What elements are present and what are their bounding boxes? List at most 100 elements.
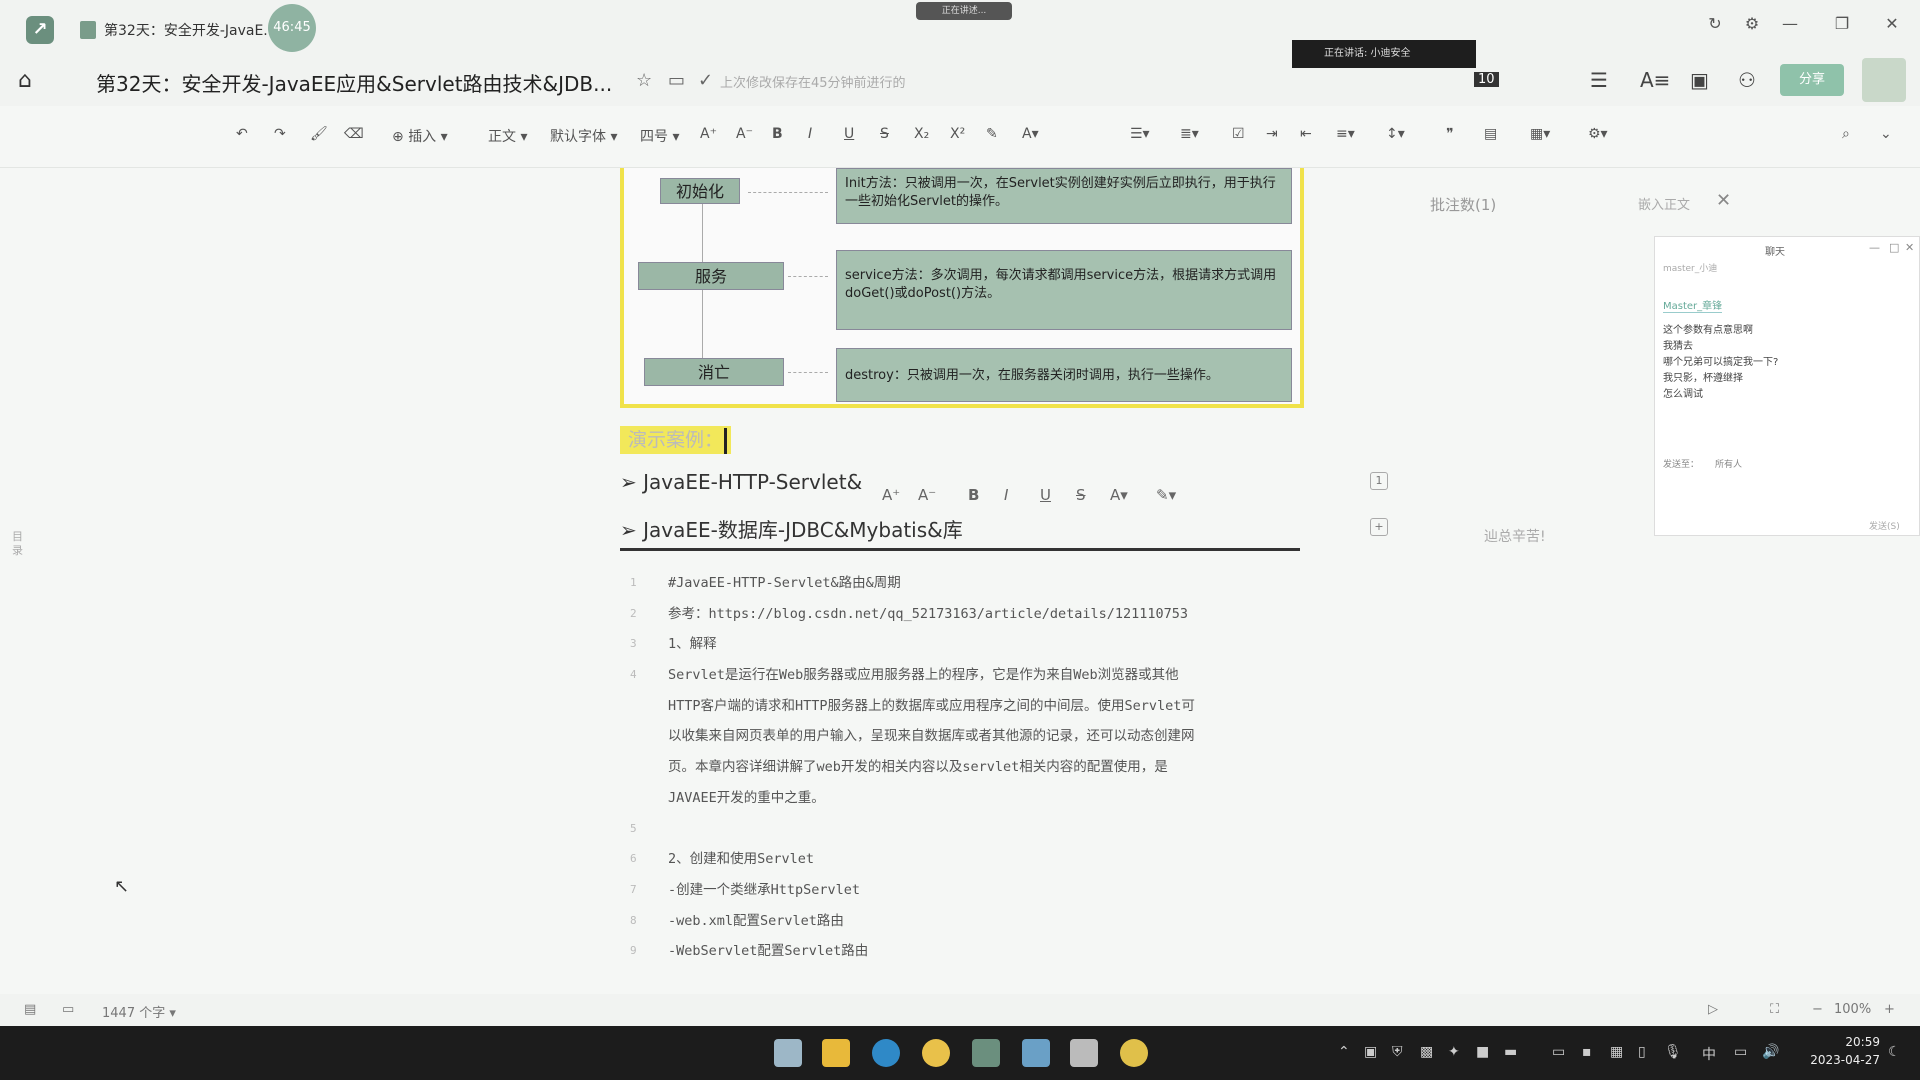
clear-format-icon[interactable]: ⌫ — [344, 126, 364, 142]
photos-icon[interactable] — [1022, 1039, 1050, 1067]
minimize-icon[interactable]: — — [1778, 14, 1802, 33]
settings-icon[interactable]: ⚙ — [1740, 14, 1764, 33]
terminal-icon[interactable] — [1070, 1039, 1098, 1067]
close-window-icon[interactable]: ✕ — [1880, 14, 1904, 33]
display-icon[interactable]: ▭ — [1552, 1044, 1565, 1060]
float-bold-button[interactable]: B — [968, 486, 979, 504]
bullet-item[interactable]: ➢ JavaEE-HTTP-Servlet& — [620, 470, 862, 494]
comment-count[interactable]: 批注数(1) — [1430, 194, 1496, 215]
present-icon[interactable]: ▣ — [1690, 68, 1709, 92]
line-spacing-icon[interactable]: ↕▾ — [1386, 126, 1405, 142]
start-icon[interactable] — [774, 1039, 802, 1067]
float-underline-button[interactable]: U — [1040, 486, 1051, 504]
float-font-color-icon[interactable]: A▾ — [1110, 486, 1128, 504]
float-decrease-font-icon[interactable]: A⁻ — [918, 486, 936, 504]
chat-minimize-icon[interactable]: — — [1869, 241, 1880, 254]
tray-app-icon[interactable]: ▦ — [1610, 1044, 1623, 1060]
volume-icon[interactable]: 🔊 — [1762, 1044, 1779, 1060]
outdent-icon[interactable]: ⇤ — [1300, 126, 1312, 142]
notifications-icon[interactable]: ☾ — [1888, 1044, 1901, 1060]
chat-panel[interactable]: 聊天 — □ ✕ master_小迪 Master_章锋 这个参数有点意思啊 我… — [1654, 236, 1920, 536]
page-view-icon[interactable]: ▤ — [24, 1002, 36, 1017]
battery-icon[interactable]: ▯ — [1638, 1044, 1646, 1060]
folder-icon[interactable]: ▭ — [668, 70, 685, 91]
float-increase-font-icon[interactable]: A⁺ — [882, 486, 900, 504]
text-format-icon[interactable]: A≡ — [1640, 68, 1670, 92]
bold-button[interactable]: B — [772, 126, 783, 142]
add-comment-icon[interactable]: + — [1370, 518, 1388, 536]
user-avatar[interactable] — [1862, 58, 1906, 102]
fullscreen-icon[interactable]: ⛶ — [1770, 1002, 1779, 1017]
comment-marker-icon[interactable]: 1 — [1370, 472, 1388, 490]
participant-count[interactable]: 10 — [1474, 72, 1499, 87]
tray-app-icon[interactable]: ▣ — [1364, 1044, 1377, 1060]
zoom-out-icon[interactable]: − — [1812, 1002, 1823, 1017]
chat-close-icon[interactable]: ✕ — [1905, 241, 1914, 254]
font-select[interactable]: 默认字体 ▾ — [550, 126, 617, 146]
chrome-icon[interactable] — [922, 1039, 950, 1067]
float-strike-button[interactable]: S — [1076, 486, 1086, 504]
toc-toggle[interactable]: 目录 — [12, 530, 26, 558]
bullet-list-icon[interactable]: ☰▾ — [1130, 126, 1150, 142]
chat-send-button[interactable]: 发送(S) — [1869, 519, 1900, 532]
demo-heading[interactable]: 演示案例： — [620, 426, 732, 454]
tray-app-icon[interactable]: ✦ — [1448, 1044, 1460, 1060]
app-icon[interactable] — [1120, 1039, 1148, 1067]
bullet-item[interactable]: ➢ JavaEE-数据库-JDBC&Mybatis&库 — [620, 514, 963, 543]
underline-button[interactable]: U — [844, 126, 854, 142]
align-icon[interactable]: ≡▾ — [1336, 126, 1355, 142]
chat-maximize-icon[interactable]: □ — [1889, 241, 1899, 254]
format-painter-icon[interactable]: 🖌 — [310, 126, 328, 142]
shield-icon[interactable]: ⛨ — [1392, 1044, 1403, 1060]
input-method[interactable]: 中 — [1702, 1044, 1716, 1064]
undo-icon[interactable]: ↶ — [236, 126, 248, 142]
table-icon[interactable]: ▦▾ — [1530, 126, 1550, 142]
float-highlight-icon[interactable]: ✎▾ — [1156, 486, 1176, 504]
tray-expand-icon[interactable]: ⌃ — [1338, 1044, 1350, 1060]
italic-button[interactable]: I — [808, 126, 812, 142]
insert-into-text-button[interactable]: 嵌入正文 — [1638, 194, 1690, 213]
menu-icon[interactable]: ☰ — [1590, 68, 1608, 92]
app-logo[interactable]: ↗ — [26, 16, 54, 44]
system-clock[interactable]: 20:59 2023-04-27 — [1800, 1033, 1880, 1069]
subscript-icon[interactable]: X₂ — [914, 126, 929, 142]
increase-font-icon[interactable]: A⁺ — [700, 126, 717, 142]
zoom-in-icon[interactable]: + — [1884, 1002, 1895, 1017]
font-color-icon[interactable]: A▾ — [1022, 126, 1039, 142]
search-icon[interactable]: ⌕ — [1842, 126, 1850, 142]
tray-app-icon[interactable]: ■ — [1476, 1044, 1489, 1060]
docs-app-icon[interactable] — [972, 1039, 1000, 1067]
collapse-toolbar-icon[interactable]: ⌄ — [1880, 126, 1892, 142]
numbered-list-icon[interactable]: ≣▾ — [1180, 126, 1199, 142]
redo-icon[interactable]: ↷ — [274, 126, 286, 142]
document-title[interactable]: 第32天：安全开发-JavaEE应用&Servlet路由技术&JDB... — [96, 68, 612, 97]
decrease-font-icon[interactable]: A⁻ — [736, 126, 753, 142]
star-icon[interactable]: ☆ — [636, 70, 652, 91]
more-tools-icon[interactable]: ⚙▾ — [1588, 126, 1608, 142]
home-icon[interactable]: ⌂ — [18, 68, 32, 93]
size-select[interactable]: 四号 ▾ — [640, 126, 679, 146]
code-block[interactable]: 1 #JavaEE-HTTP-Servlet&路由&周期 2 参考：https://… — [620, 568, 1300, 967]
file-explorer-icon[interactable] — [822, 1039, 850, 1067]
send-to-select[interactable]: 所有人 — [1715, 457, 1742, 470]
indent-icon[interactable]: ⇥ — [1266, 126, 1278, 142]
document-canvas[interactable]: 目录 初始化 服务 消亡 Init方法：只被调用一次，在Servlet实例创建好… — [0, 168, 1920, 994]
outline-view-icon[interactable]: ▭ — [62, 1002, 74, 1017]
insert-button[interactable]: ⊕ 插入 ▾ — [392, 126, 448, 146]
microphone-icon[interactable]: 🎙 — [1664, 1044, 1682, 1060]
servlet-lifecycle-diagram[interactable]: 初始化 服务 消亡 Init方法：只被调用一次，在Servlet实例创建好实例后… — [620, 168, 1304, 408]
collaborators-icon[interactable]: ⚇ — [1738, 68, 1756, 92]
style-select[interactable]: 正文 ▾ — [488, 126, 527, 146]
play-icon[interactable]: ▷ — [1708, 1002, 1718, 1017]
maximize-icon[interactable]: ❐ — [1830, 14, 1854, 33]
tray-app-icon[interactable]: ▩ — [1420, 1044, 1433, 1060]
refresh-icon[interactable]: ↻ — [1703, 14, 1727, 33]
superscript-icon[interactable]: X² — [950, 126, 965, 142]
tray-app-icon[interactable]: ▬ — [1504, 1044, 1517, 1060]
divider-icon[interactable]: ▤ — [1484, 126, 1497, 142]
tray-app-icon[interactable]: ▪ — [1582, 1044, 1592, 1060]
highlight-icon[interactable]: ✎ — [986, 126, 998, 142]
quote-icon[interactable]: ❞ — [1446, 126, 1454, 142]
checklist-icon[interactable]: ☑ — [1232, 126, 1245, 142]
share-button[interactable]: 分享 — [1780, 64, 1844, 96]
